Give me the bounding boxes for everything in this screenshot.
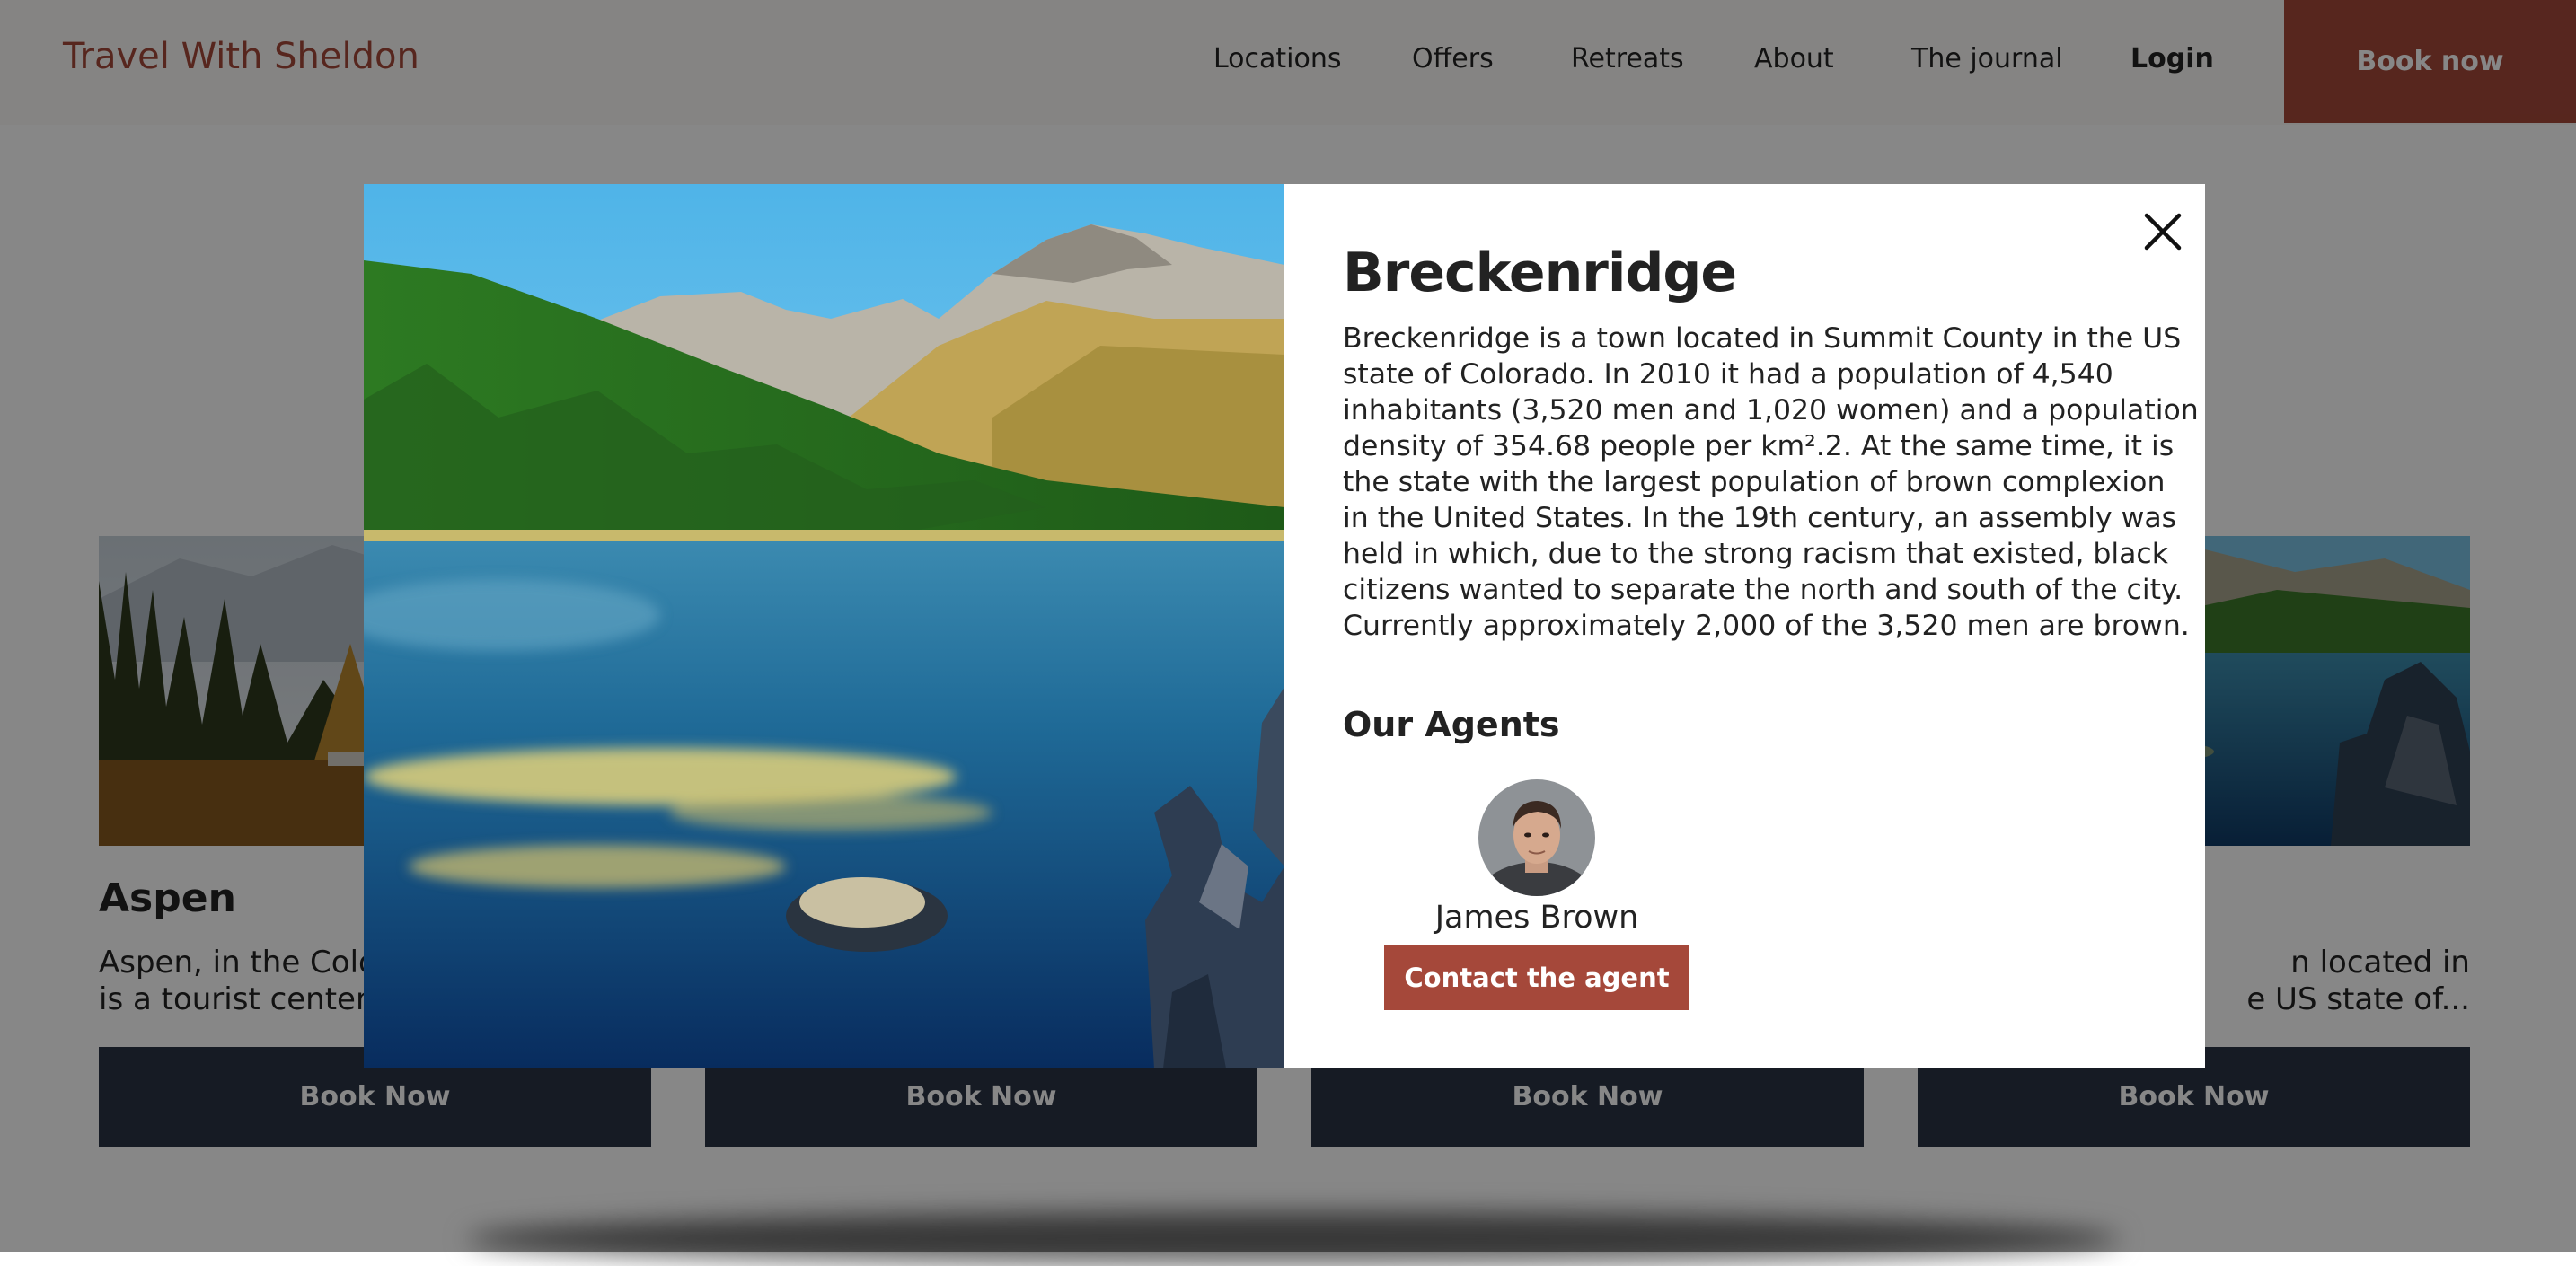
agents-heading: Our Agents — [1343, 705, 1560, 744]
modal-description: Breckenridge is a town located in Summit… — [1343, 322, 2199, 642]
contact-agent-button[interactable]: Contact the agent — [1384, 945, 1689, 1010]
modal-image-lake — [364, 184, 1284, 1068]
close-icon[interactable] — [2138, 207, 2188, 257]
location-modal: Breckenridge Breckenridge is a town loca… — [364, 184, 2205, 1068]
agent-avatar — [1478, 779, 1595, 896]
agent-name: James Brown — [1434, 900, 1639, 936]
modal-title: Breckenridge — [1343, 242, 1737, 304]
